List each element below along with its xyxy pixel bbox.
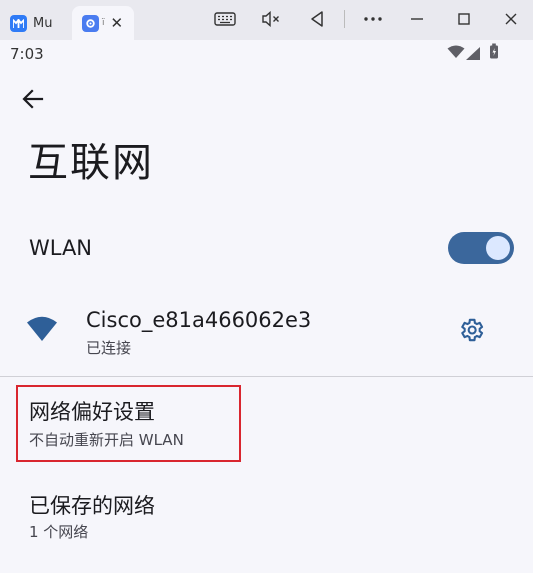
wifi-icon	[26, 316, 58, 346]
page-title: 互联网	[28, 140, 154, 186]
arrow-back-icon	[22, 89, 44, 109]
tab-settings[interactable]: ï ✕	[72, 6, 134, 40]
more-icon[interactable]	[361, 8, 385, 30]
battery-icon	[489, 43, 499, 63]
close-window-icon[interactable]	[499, 8, 523, 30]
tab-mumu[interactable]: Mu	[10, 6, 70, 40]
cell-signal-icon	[466, 45, 481, 64]
keyboard-icon[interactable]	[213, 8, 237, 30]
settings-app-icon	[82, 14, 99, 32]
back-triangle-icon[interactable]	[305, 8, 329, 30]
tab-label: Mu	[33, 15, 53, 31]
mute-icon[interactable]	[259, 8, 283, 30]
titlebar-divider	[344, 10, 345, 28]
saved-networks-title[interactable]: 已保存的网络	[29, 490, 155, 520]
maximize-icon[interactable]	[452, 8, 476, 30]
status-time: 7:03	[10, 45, 44, 63]
toggle-knob	[486, 236, 510, 260]
back-button[interactable]	[20, 86, 48, 114]
close-tab-icon[interactable]: ✕	[111, 14, 124, 32]
minimize-icon[interactable]	[405, 8, 429, 30]
wlan-label: WLAN	[29, 236, 93, 260]
status-bar: 7:03	[0, 40, 533, 68]
tab-label: ï	[102, 18, 105, 28]
network-preferences-subtitle: 不自动重新开启 WLAN	[29, 431, 184, 449]
network-settings-gear-icon[interactable]	[457, 316, 485, 348]
wlan-toggle[interactable]	[448, 232, 514, 264]
mumu-app-icon	[10, 14, 27, 32]
wifi-status-icon	[447, 44, 465, 63]
network-name[interactable]: Cisco_e81a466062e3	[86, 308, 311, 332]
network-status: 已连接	[86, 339, 132, 357]
network-preferences-title[interactable]: 网络偏好设置	[29, 396, 155, 426]
window-titlebar: Mu ï ✕	[0, 0, 533, 40]
section-divider	[0, 376, 533, 377]
saved-networks-subtitle: 1 个网络	[29, 523, 89, 541]
